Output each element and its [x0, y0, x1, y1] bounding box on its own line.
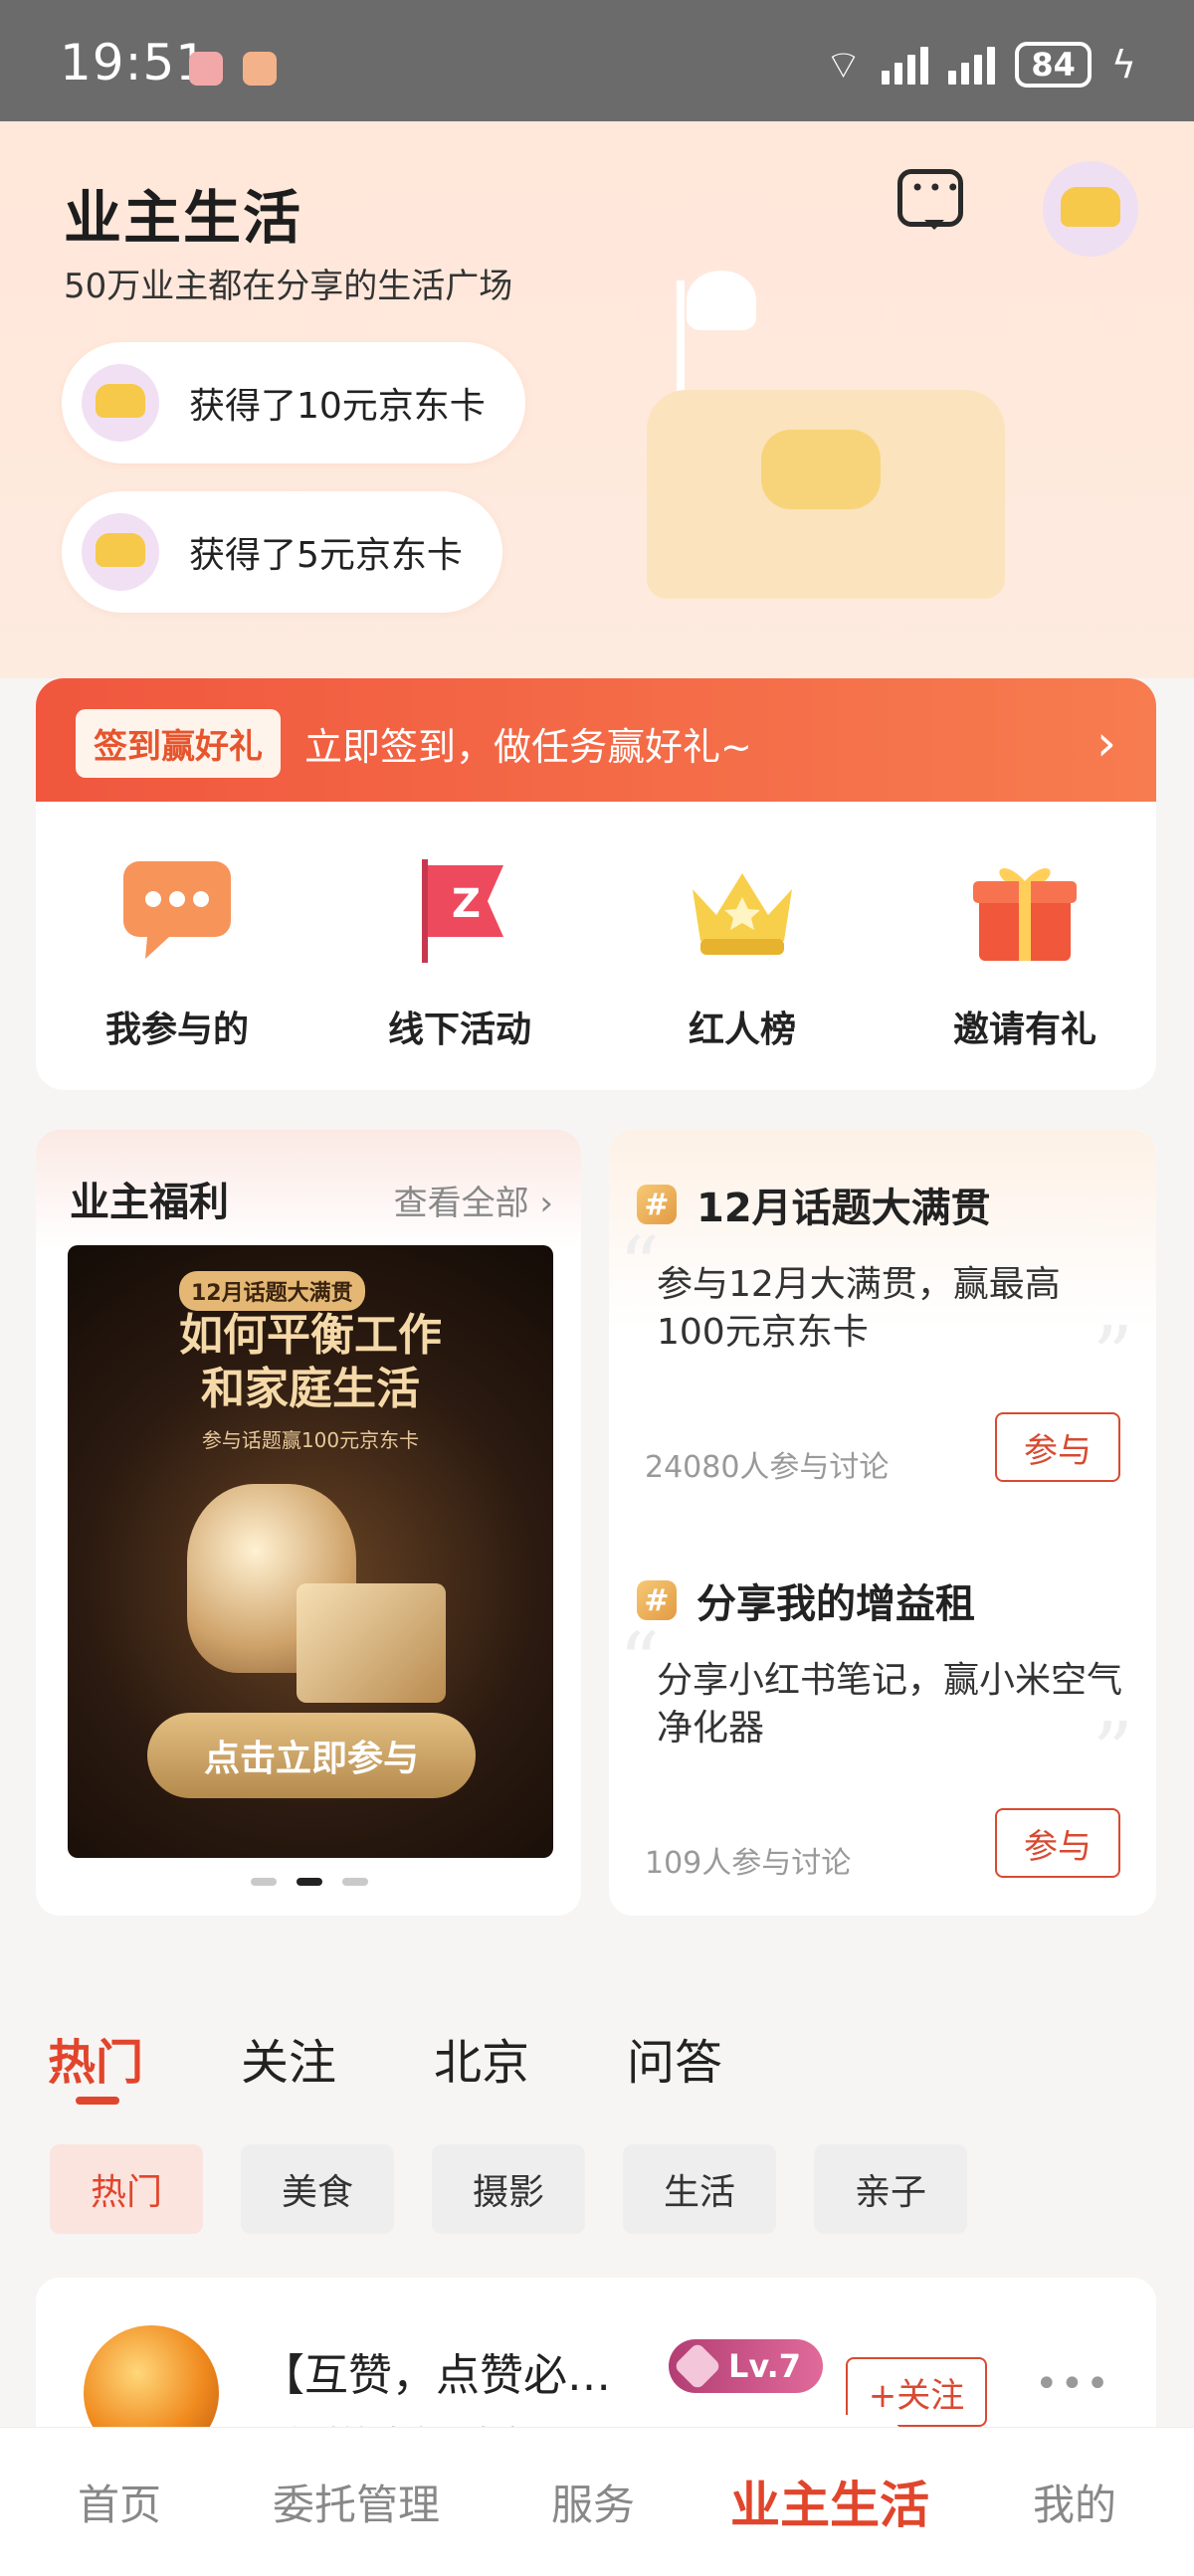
- lamp-illustration: [687, 271, 756, 330]
- nav-home[interactable]: 首页: [78, 2472, 161, 2532]
- category-chips: 热门 美食 摄影 生活 亲子: [50, 2144, 967, 2234]
- topic-item[interactable]: # 分享我的增益租: [637, 1571, 975, 1629]
- poster-tag: 12月话题大满贯: [179, 1271, 365, 1311]
- topics-card: # 12月话题大满贯 “ 参与12月大满贯，赢最高100元京东卡 ” 24080…: [609, 1130, 1156, 1916]
- notification-app-icon: [243, 52, 277, 86]
- quick-action-influencer-ranking[interactable]: 红人榜: [643, 855, 842, 1052]
- status-bar: 19:51 ⌔ 84 ϟ: [0, 0, 1194, 121]
- join-now-button[interactable]: 点击立即参与: [147, 1713, 476, 1798]
- signin-tag: 签到赢好礼: [76, 708, 281, 778]
- nav-owner-life[interactable]: 业主生活: [730, 2466, 929, 2537]
- user-avatar: [82, 513, 159, 591]
- gift-box-icon: [965, 855, 1085, 965]
- quick-action-label: 线下活动: [387, 1010, 531, 1050]
- quote-close-icon: ”: [1093, 1309, 1133, 1401]
- message-icon[interactable]: [897, 169, 963, 230]
- chip-parenting[interactable]: 亲子: [814, 2144, 967, 2234]
- chip-photography[interactable]: 摄影: [432, 2144, 585, 2234]
- status-indicators: ⌔ 84 ϟ: [825, 40, 1136, 90]
- page-title: 业主生活: [64, 184, 303, 252]
- join-topic-button[interactable]: 参与: [995, 1808, 1120, 1878]
- topic-count: 24080人参与讨论: [645, 1450, 890, 1485]
- notice-pill[interactable]: 获得了10元京东卡: [62, 342, 525, 463]
- more-options-icon[interactable]: •••: [1035, 2361, 1111, 2407]
- quick-action-offline-events[interactable]: Z 线下活动: [360, 855, 559, 1052]
- crown-icon: [683, 855, 802, 965]
- charging-icon: ϟ: [1110, 43, 1136, 87]
- join-topic-button[interactable]: 参与: [995, 1412, 1120, 1482]
- user-avatar: [82, 364, 159, 442]
- post-title: 【互赞，点赞必…: [261, 2350, 611, 2401]
- chat-bubble-icon: [117, 855, 237, 965]
- tab-hot[interactable]: 热门: [48, 2023, 143, 2105]
- view-all-link[interactable]: 查看全部 ›: [394, 1176, 553, 1224]
- poster-title: 如何平衡工作: [179, 1310, 442, 1361]
- topic-description: 参与12月大满贯，赢最高100元京东卡: [657, 1264, 1061, 1353]
- signal-icon: [948, 45, 996, 85]
- bottom-nav: 首页 委托管理 服务 业主生活 我的: [0, 2427, 1194, 2576]
- hashtag-icon: #: [637, 1580, 677, 1620]
- quote-open-icon: “: [619, 1219, 660, 1312]
- quick-action-invite-gift[interactable]: 邀请有礼: [925, 855, 1124, 1052]
- notification-app-icon: [189, 52, 223, 86]
- quote-close-icon: ”: [1093, 1705, 1133, 1797]
- tab-following[interactable]: 关注: [241, 2023, 336, 2093]
- battery-indicator: 84: [1015, 42, 1092, 88]
- status-time: 19:51: [60, 34, 209, 92]
- signal-icon: [882, 45, 929, 85]
- notice-text: 获得了10元京东卡: [189, 386, 486, 427]
- welfare-card: 业主福利 查看全部 › 12月话题大满贯 如何平衡工作 和家庭生活 参与话题赢1…: [36, 1130, 581, 1916]
- signin-text: 立即签到，做任务赢好礼~: [304, 724, 752, 769]
- quick-actions: 我参与的 Z 线下活动 红人榜 邀请有礼: [36, 802, 1156, 1090]
- chevron-right-icon: ›: [1096, 714, 1116, 772]
- notice-text: 获得了5元京东卡: [189, 535, 463, 576]
- svg-text:Z: Z: [452, 881, 481, 927]
- chip-food[interactable]: 美食: [241, 2144, 394, 2234]
- quote-open-icon: “: [619, 1615, 660, 1708]
- welfare-poster[interactable]: 12月话题大满贯 如何平衡工作 和家庭生活 参与话题赢100元京东卡 点击立即参…: [68, 1245, 553, 1858]
- hashtag-icon: #: [637, 1185, 677, 1224]
- quick-action-label: 红人榜: [688, 1010, 796, 1050]
- poster-title: 和家庭生活: [201, 1364, 420, 1414]
- carousel-indicator: [251, 1878, 368, 1886]
- nav-mine[interactable]: 我的: [1033, 2472, 1116, 2532]
- cushion-illustration: [761, 430, 881, 509]
- tab-beijing[interactable]: 北京: [434, 2023, 529, 2093]
- feed-tabs: 热门 关注 北京 问答: [48, 2023, 722, 2105]
- hero-section: 业主生活 50万业主都在分享的生活广场 获得了10元京东卡 获得了5元京东卡: [0, 121, 1194, 678]
- notice-pill[interactable]: 获得了5元京东卡: [62, 491, 502, 613]
- quick-action-label: 邀请有礼: [952, 1010, 1096, 1050]
- chip-life[interactable]: 生活: [623, 2144, 776, 2234]
- quick-action-label: 我参与的: [104, 1010, 249, 1050]
- tab-qa[interactable]: 问答: [627, 2023, 722, 2093]
- topic-description: 分享小红书笔记，赢小米空气净化器: [657, 1660, 1123, 1748]
- topic-title: 12月话题大满贯: [696, 1186, 991, 1231]
- chip-hot[interactable]: 热门: [50, 2144, 203, 2234]
- level-badge: Lv.7: [669, 2339, 824, 2393]
- nav-entrust-management[interactable]: 委托管理: [273, 2472, 440, 2532]
- page-subtitle: 50万业主都在分享的生活广场: [64, 267, 513, 306]
- poster-caption: 参与话题赢100元京东卡: [201, 1428, 420, 1452]
- topic-count: 109人参与讨论: [645, 1846, 852, 1881]
- profile-avatar[interactable]: [1043, 161, 1138, 257]
- nav-services[interactable]: 服务: [551, 2472, 635, 2532]
- topic-item[interactable]: # 12月话题大满贯: [637, 1176, 991, 1233]
- welfare-title: 业主福利: [70, 1180, 229, 1225]
- topic-title: 分享我的增益租: [696, 1581, 975, 1627]
- flag-icon: Z: [400, 855, 519, 965]
- signin-banner[interactable]: 签到赢好礼 立即签到，做任务赢好礼~ ›: [36, 678, 1156, 808]
- gift-illustration: [297, 1583, 446, 1703]
- quick-action-participated[interactable]: 我参与的: [78, 855, 277, 1052]
- wifi-icon: ⌔: [824, 43, 863, 89]
